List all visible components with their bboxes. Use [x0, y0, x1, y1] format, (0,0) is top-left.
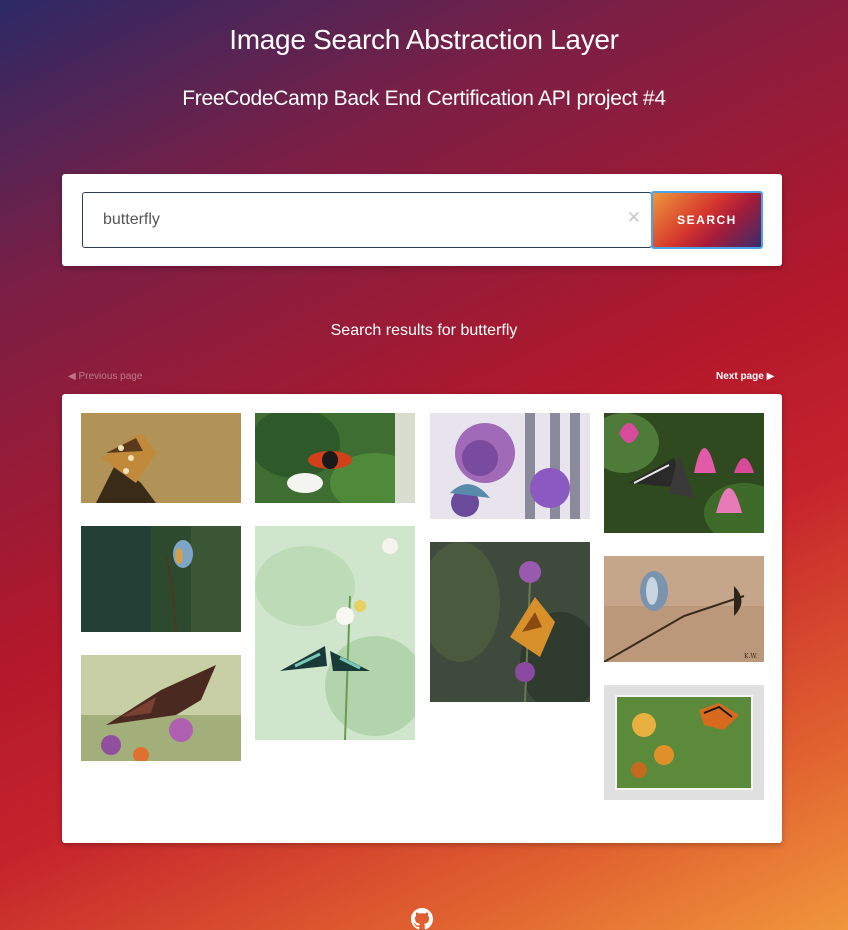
- result-image[interactable]: [604, 413, 764, 533]
- next-page-link[interactable]: Next page ▶: [716, 371, 774, 382]
- previous-page-link[interactable]: ◀ Previous page: [68, 371, 142, 382]
- github-icon[interactable]: [411, 908, 433, 930]
- result-image[interactable]: [81, 526, 241, 632]
- result-image[interactable]: K.W.: [604, 556, 764, 662]
- result-image[interactable]: [430, 542, 590, 702]
- result-image[interactable]: [430, 413, 590, 519]
- result-image[interactable]: [255, 526, 415, 740]
- search-box[interactable]: ✕: [82, 192, 652, 248]
- svg-text:K.W.: K.W.: [744, 653, 758, 660]
- page-subtitle: FreeCodeCamp Back End Certification API …: [182, 87, 666, 110]
- result-image[interactable]: [255, 413, 415, 503]
- results-heading: Search results for butterfly: [330, 322, 518, 339]
- result-image[interactable]: [604, 685, 764, 800]
- search-input[interactable]: [103, 193, 613, 247]
- search-card: ✕ SEARCH: [62, 174, 782, 266]
- clear-icon[interactable]: ✕: [627, 208, 641, 228]
- search-button[interactable]: SEARCH: [651, 191, 763, 249]
- results-grid: K.W.: [62, 394, 782, 843]
- page-title: Image Search Abstraction Layer: [229, 24, 619, 55]
- result-image[interactable]: [81, 413, 241, 503]
- result-image[interactable]: [81, 655, 241, 761]
